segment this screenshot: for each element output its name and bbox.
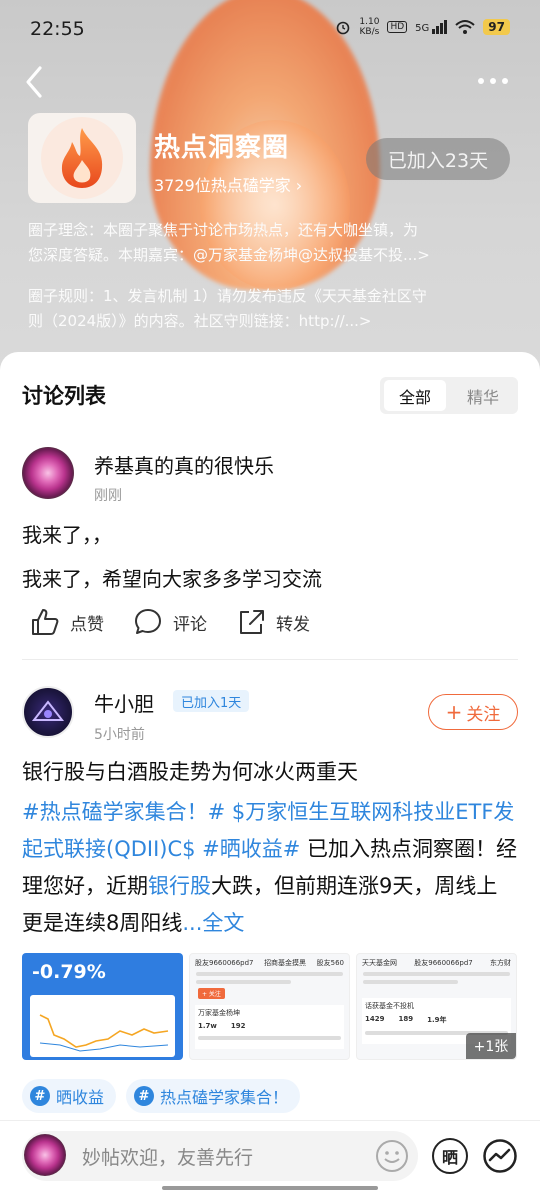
comment-icon (135, 609, 161, 634)
post-image[interactable]: 股友9660066pd7 招商基金摸黑 股友560 + 关注 万家基金杨坤 1.7w… (189, 953, 350, 1060)
signal-icon: 5G (415, 20, 448, 34)
thumbs-up-icon (32, 609, 59, 635)
alarm-icon (337, 21, 350, 35)
circle-logo (28, 113, 136, 203)
hashtag-icon: # (30, 1086, 50, 1106)
circle-rules[interactable]: 圈子规则：1、发言机制 1）请勿发布违反《天天基金社区守 则（2024版）》的内… (28, 284, 518, 334)
plus-icon: + (445, 700, 463, 724)
tab-featured[interactable]: 精华 (452, 380, 514, 411)
like-button[interactable]: 点赞 (30, 607, 104, 637)
joined-status-button[interactable]: 已加入23天 (366, 138, 510, 180)
follow-button[interactable]: + 关注 (428, 694, 518, 730)
comment-button[interactable]: 评论 (133, 607, 207, 637)
topic-tag[interactable]: # 热点磕学家集合！ (126, 1079, 301, 1113)
status-icons: 1.10 KB/s HD 5G 97 (335, 17, 510, 37)
flame-icon (61, 128, 103, 188)
topic-tag[interactable]: # 晒收益 (22, 1079, 117, 1113)
share-button[interactable]: 转发 (236, 607, 310, 637)
stock-link[interactable]: 银行股 (148, 874, 211, 898)
status-time: 22:55 (30, 18, 85, 40)
my-avatar (24, 1134, 66, 1176)
joined-badge: 已加入1天 (173, 690, 250, 712)
comment-input-placeholder[interactable]: 妙帖欢迎，友善先行 (82, 1143, 253, 1170)
more-images-badge[interactable]: +1张 (466, 1033, 516, 1059)
post-title[interactable]: 银行股与白酒股走势为何冰火两重天 (22, 756, 358, 786)
battery-indicator: 97 (483, 19, 510, 35)
share-icon (240, 610, 264, 634)
tab-all[interactable]: 全部 (384, 380, 446, 411)
post-time: 5小时前 (94, 727, 145, 743)
avatar-logo-icon (31, 700, 65, 721)
post-text-line[interactable]: 我来了，希望向大家多多学习交流 (22, 563, 322, 592)
show-earnings-button[interactable]: 晒 (432, 1138, 468, 1174)
post-time: 刚刚 (94, 488, 122, 504)
emoji-icon[interactable] (374, 1138, 410, 1174)
trend-chart-icon[interactable] (482, 1138, 518, 1174)
home-indicator (162, 1186, 378, 1190)
more-options-icon[interactable] (478, 68, 518, 94)
discussion-filter: 全部 精华 (380, 377, 518, 414)
discussion-list-title: 讨论列表 (22, 384, 106, 408)
post-author[interactable]: 牛小胆 (94, 688, 154, 717)
circle-name: 热点洞察圈 (154, 133, 290, 163)
post-images: -0.79% 股友9660066pd7 招商基金摸黑 股友560 + 关注 万家基金… (22, 953, 518, 1060)
back-arrow-icon[interactable] (18, 62, 52, 102)
avatar[interactable] (22, 447, 74, 499)
read-more-link[interactable]: ...全文 (182, 911, 244, 935)
avatar[interactable] (22, 686, 74, 738)
wifi-icon (455, 20, 475, 34)
post-author[interactable]: 养基真的真的很快乐 (94, 450, 274, 479)
post-image[interactable]: -0.79% (22, 953, 183, 1060)
fund-chart-thumbnail (39, 1014, 169, 1052)
post-image[interactable]: 天天基金网 股友9660066pd7 东方财 话获基金不投机 1429 189 1.9年… (356, 953, 517, 1060)
post-text-line[interactable]: 我来了，， (22, 519, 112, 548)
network-speed: 1.10 KB/s (359, 17, 380, 37)
divider (22, 659, 518, 660)
hashtag-icon: # (134, 1086, 154, 1106)
hd-icon: HD (387, 21, 408, 33)
circle-concept[interactable]: 圈子理念：本圈子聚焦于讨论市场热点，还有大咖坐镇，为 您深度答疑。本期嘉宾：@万… (28, 218, 518, 268)
member-count-link[interactable]: 3729位热点磕学家 › (154, 172, 302, 196)
post-body[interactable]: #热点磕学家集合！# $万家恒生互联网科技业ETF发起式联接(QDII)C$ #… (22, 794, 518, 942)
